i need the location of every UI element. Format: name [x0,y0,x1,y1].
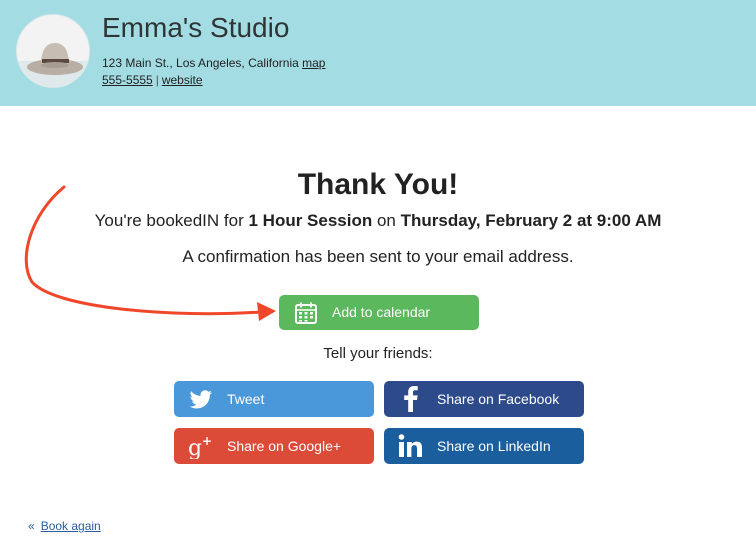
tell-friends-heading: Tell your friends: [323,345,433,362]
phone-link[interactable]: 555-5555 [102,73,153,87]
calendar-button-label: Add to calendar [332,304,431,320]
address-line: 123 Main St., Los Angeles, California ma… [102,56,325,70]
svg-text:g: g [188,436,202,459]
confirmation-message: A confirmation has been sent to your ema… [182,247,574,266]
share-facebook-button[interactable]: Share on Facebook [384,381,584,417]
twitter-bird-icon [189,390,213,409]
share-google-plus-button[interactable]: g + Share on Google+ [174,428,374,464]
website-link[interactable]: website [162,73,203,87]
studio-avatar [16,14,90,88]
google-plus-icon: g + [188,434,212,459]
chevron-left-icon: « [28,519,35,533]
facebook-f-icon [404,386,418,412]
address-text: 123 Main St., Los Angeles, California [102,56,299,70]
hat-avatar-icon [17,15,89,87]
contact-separator: | [155,73,159,87]
calendar-icon [295,302,317,324]
booked-datetime: Thursday, February 2 at 9:00 AM [400,211,662,230]
share-linkedin-button[interactable]: Share on LinkedIn [384,428,584,464]
tweet-label: Tweet [227,391,265,407]
add-to-calendar-button[interactable]: Add to calendar [279,295,479,330]
booked-session: 1 Hour Session [248,211,373,230]
page-title: Thank You! [297,168,459,201]
google-label: Share on Google+ [227,438,342,454]
facebook-label: Share on Facebook [437,391,560,407]
book-again-label: Book again [40,519,101,533]
tweet-button[interactable]: Tweet [174,381,374,417]
contact-line: 555-5555 | website [102,73,203,87]
linkedin-in-icon [398,434,422,457]
booked-prefix: You're bookedIN for [94,211,249,230]
svg-text:+: + [202,434,212,448]
studio-name: Emma's Studio [102,12,290,43]
studio-header: Emma's Studio 123 Main St., Los Angeles,… [0,0,756,106]
booked-on: on [372,211,401,230]
booking-summary: You're bookedIN for 1 Hour Session on Th… [0,211,756,231]
map-link[interactable]: map [302,56,325,70]
linkedin-label: Share on LinkedIn [437,438,551,454]
book-again-link[interactable]: « Book again [28,519,101,533]
